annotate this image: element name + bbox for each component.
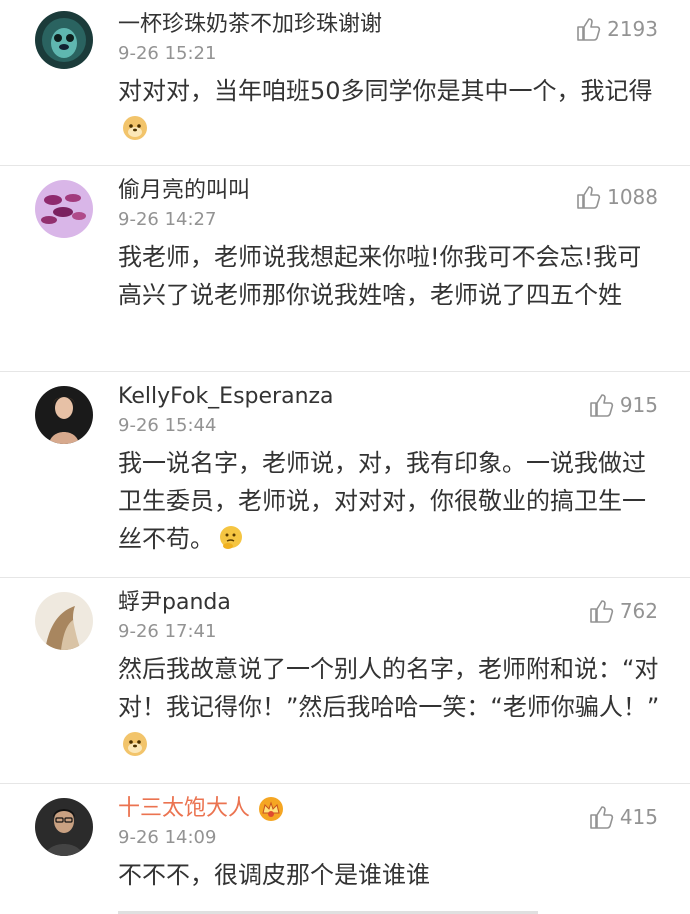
like-button[interactable]: 2193 xyxy=(575,16,658,42)
avatar[interactable] xyxy=(35,386,93,444)
timestamp: 9-26 14:09 xyxy=(118,827,217,848)
like-button[interactable]: 1088 xyxy=(575,184,658,210)
thumbs-up-icon xyxy=(577,18,601,41)
like-button[interactable]: 915 xyxy=(588,392,658,418)
username-text: 十三太饱大人 xyxy=(118,796,251,821)
thumbs-up-icon xyxy=(577,186,601,209)
username[interactable]: KellyFok_Esperanza xyxy=(118,382,662,412)
comment-text: 然后我故意说了一个别人的名字，老师附和说：“对对！我记得你！”然后我哈哈一笑：“… xyxy=(118,650,662,764)
comment-item: 偷月亮的叫叫 9-26 14:27 我老师，老师说我想起来你啦!你我可不会忘!我… xyxy=(0,166,690,372)
comment-body: 然后我故意说了一个别人的名字，老师附和说：“对对！我记得你！”然后我哈哈一笑：“… xyxy=(118,655,660,721)
like-count: 2193 xyxy=(607,17,658,41)
thumbs-up-icon xyxy=(590,600,614,623)
timestamp: 9-26 17:41 xyxy=(118,621,217,642)
like-button[interactable]: 762 xyxy=(588,598,658,624)
username[interactable]: 十三太饱大人 xyxy=(118,794,662,824)
comment-body: 我一说名字，老师说，对，我有印象。一说我做过卫生委员，老师说，对对对，你很敬业的… xyxy=(118,449,646,553)
doge-emoji xyxy=(122,730,148,756)
vip-crown-icon xyxy=(259,797,284,821)
avatar[interactable] xyxy=(35,11,93,69)
username[interactable]: 蜉尹panda xyxy=(118,588,662,618)
comment-body: 对对对，当年咱班50多同学你是其中一个，我记得 xyxy=(118,77,653,105)
thumbs-up-icon xyxy=(590,806,614,829)
doge-emoji xyxy=(122,114,148,140)
comment-item: KellyFok_Esperanza 9-26 15:44 我一说名字，老师说，… xyxy=(0,372,690,578)
comment-item: 蜉尹panda 9-26 17:41 然后我故意说了一个别人的名字，老师附和说：… xyxy=(0,578,690,784)
comment-text: 不不不，很调皮那个是谁谁谁 xyxy=(118,861,430,889)
thumbs-up-icon xyxy=(590,394,614,417)
comment-text: 我一说名字，老师说，对，我有印象。一说我做过卫生委员，老师说，对对对，你很敬业的… xyxy=(118,444,662,558)
comment-text: 我老师，老师说我想起来你啦!你我可不会忘!我可高兴了说老师那你说我姓啥，老师说了… xyxy=(118,243,642,309)
like-button[interactable]: 415 xyxy=(588,804,658,830)
avatar[interactable] xyxy=(35,798,93,856)
like-count: 415 xyxy=(619,805,658,829)
comment-item: 一杯珍珠奶茶不加珍珠谢谢 9-26 15:21 对对对，当年咱班50多同学你是其… xyxy=(0,0,690,166)
comment-item: 十三太饱大人 9-26 14:09 不不不，很调皮那个是谁谁谁 415 xyxy=(0,784,690,914)
like-count: 915 xyxy=(619,393,658,417)
timestamp: 9-26 15:21 xyxy=(118,43,217,64)
thinking-emoji xyxy=(218,524,244,550)
comment-text: 对对对，当年咱班50多同学你是其中一个，我记得 xyxy=(118,72,662,148)
avatar[interactable] xyxy=(35,592,93,650)
avatar[interactable] xyxy=(35,180,93,238)
timestamp: 9-26 15:44 xyxy=(118,415,217,436)
timestamp: 9-26 14:27 xyxy=(118,209,217,230)
like-count: 1088 xyxy=(607,185,658,209)
comment-feed: 一杯珍珠奶茶不加珍珠谢谢 9-26 15:21 对对对，当年咱班50多同学你是其… xyxy=(0,0,690,914)
like-count: 762 xyxy=(619,599,658,623)
